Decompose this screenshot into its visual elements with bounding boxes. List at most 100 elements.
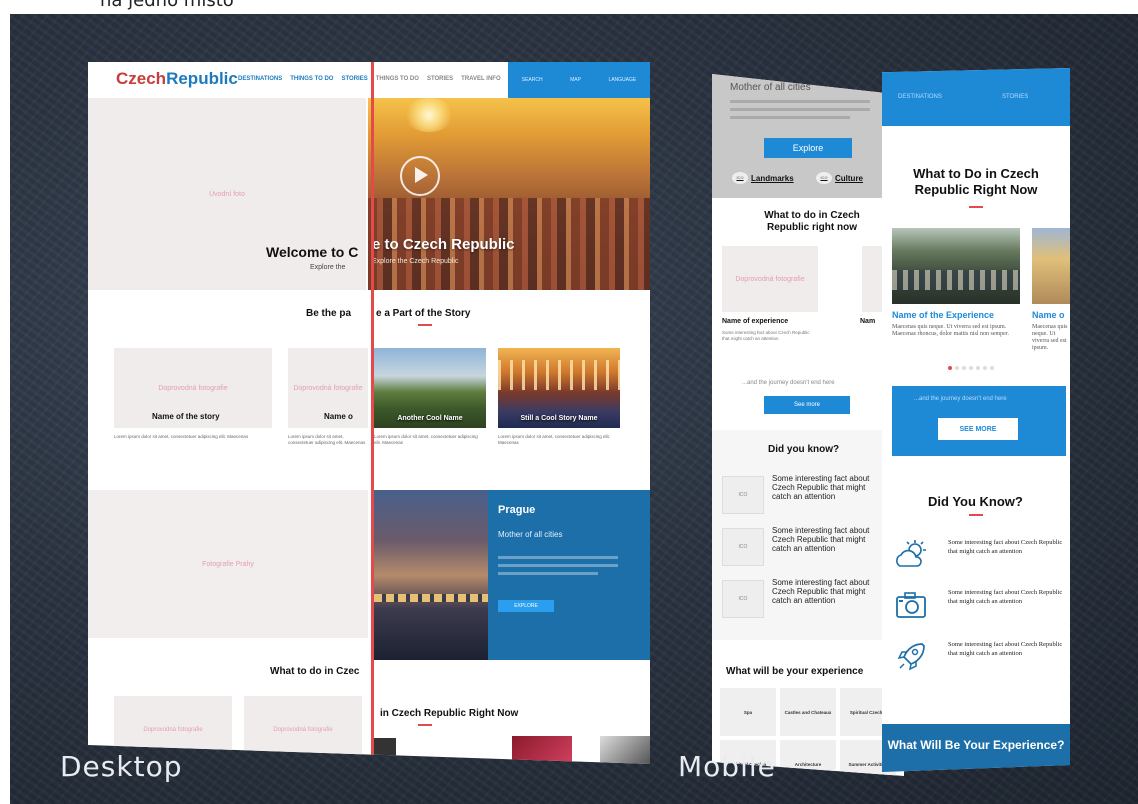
presentation-background: CzechRepublic DESTINATIONS THINGS TO DO … xyxy=(10,14,1138,804)
header-item[interactable]: DESTINATIONS xyxy=(898,94,942,100)
experience-text: Some interesting fact about Czech Republ… xyxy=(722,330,810,341)
prague-placeholder: Fotografie Prahy xyxy=(88,490,368,638)
experience-photo[interactable] xyxy=(892,228,1020,304)
hero-title-wireframe: Welcome to C xyxy=(266,244,359,260)
story-text-2: Lorem ipsum dolor sit amet, consectetuer… xyxy=(288,434,366,445)
icon-label: ICO xyxy=(738,544,748,550)
mobile-placeholder: Doprovodná fotografie xyxy=(722,246,818,312)
mobile-wireframe: Mother of all cities Explore ICO Landmark… xyxy=(712,74,904,776)
story-text: Lorem ipsum dolor sit amet, consectetuer… xyxy=(114,434,249,439)
prague-subtitle: Mother of all cities xyxy=(498,530,563,539)
story-name-2[interactable]: Name o xyxy=(324,412,353,421)
experience-name[interactable]: Name of the Experience xyxy=(892,310,994,320)
cool-name-2: Still a Cool Story Name xyxy=(520,415,598,422)
desktop-logo[interactable]: CzechRepublic xyxy=(116,69,238,89)
fact-text: Some interesting fact about Czech Republ… xyxy=(948,641,1063,657)
nav-item[interactable]: TRAVEL INFO xyxy=(461,76,500,82)
journey-text: ...and the journey doesn't end here xyxy=(742,380,835,386)
experience-footer-title: What Will Be Your Experience? xyxy=(887,738,1065,752)
hero-title-design: e to Czech Republic xyxy=(372,236,515,253)
text-line xyxy=(730,100,870,103)
play-icon[interactable] xyxy=(400,156,440,196)
placeholder-label: Doprovodná fotografie xyxy=(273,727,333,733)
cool-name-1: Another Cool Name xyxy=(397,415,463,422)
hero-placeholder-label: Úvodní foto xyxy=(209,190,245,198)
fact-text: Some interesting fact about Czech Republ… xyxy=(772,526,870,553)
desktop-label: Desktop xyxy=(60,750,183,783)
experience-name-2[interactable]: Name o xyxy=(1032,310,1065,320)
desktop-mockup: CzechRepublic DESTINATIONS THINGS TO DO … xyxy=(88,62,650,764)
prague-panel: Prague Mother of all cities EXPLORE xyxy=(488,490,650,660)
bridge xyxy=(374,594,488,602)
explore-button[interactable]: Explore xyxy=(764,138,852,158)
text-line xyxy=(498,564,618,567)
text-line xyxy=(498,572,598,575)
placeholder-label: Doprovodná fotografie xyxy=(293,384,363,392)
map-nav-button[interactable]: MAP xyxy=(570,77,581,83)
section-underline xyxy=(969,206,983,208)
icon-label: ICO xyxy=(738,492,748,498)
sun-cloud-icon xyxy=(896,540,926,567)
see-more-button[interactable]: See more xyxy=(764,396,850,414)
chip-label: Culture xyxy=(835,173,863,183)
grid-item[interactable]: Architecture xyxy=(780,740,836,776)
experience-text: Maecenas quis neque. Ut viverra sed est … xyxy=(892,324,1009,337)
mobile-label: Mobile xyxy=(678,750,776,783)
fact-text: Some interesting fact about Czech Republ… xyxy=(772,578,870,605)
journey-text: ...and the journey doesn't end here xyxy=(914,396,1007,402)
experience-name-2[interactable]: Nam xyxy=(860,318,875,325)
story-photo-colonnade[interactable]: Still a Cool Story Name xyxy=(498,348,620,428)
nav-item[interactable]: THINGS TO DO xyxy=(290,76,333,82)
chip-icon: ICO xyxy=(732,172,748,184)
explore-button[interactable]: EXPLORE xyxy=(498,600,554,612)
todo-title-left: What to do in Czec xyxy=(270,666,360,677)
nav-item[interactable]: STORIES xyxy=(341,76,367,82)
did-you-know-title: Did you know? xyxy=(768,444,840,455)
desktop-nav-actions: SEARCH MAP LANGUAGE xyxy=(508,62,650,98)
icon-label: ICO xyxy=(738,596,748,602)
experience-footer: What Will Be Your Experience? xyxy=(882,724,1070,772)
section-underline xyxy=(418,324,432,326)
text-line xyxy=(730,108,870,111)
search-nav-button[interactable]: SEARCH xyxy=(522,77,543,83)
see-more-button[interactable]: SEE MORE xyxy=(938,418,1018,440)
story-text-3: Lorem ipsum dolor sit amet, consectetuer… xyxy=(374,434,478,445)
language-nav-button[interactable]: LANGUAGE xyxy=(608,77,636,83)
prague-title: Prague xyxy=(498,504,536,516)
prague-placeholder-label: Fotografie Prahy xyxy=(202,560,254,568)
fact-text: Some interesting fact about Czech Republ… xyxy=(948,589,1063,605)
did-you-know-title: Did You Know? xyxy=(928,494,1023,509)
grid-item[interactable]: Spa xyxy=(720,688,776,736)
chip-icon: ICO xyxy=(816,172,832,184)
hero-subtitle-wireframe: Explore the xyxy=(310,264,346,271)
carousel-dots[interactable] xyxy=(948,366,994,370)
mobile-top-title: Mother of all cities xyxy=(730,82,811,93)
story-photo-castle[interactable]: Another Cool Name xyxy=(374,348,486,428)
comparison-divider xyxy=(371,62,374,764)
placeholder-label: Doprovodná fotografie xyxy=(735,275,805,283)
todo-photo-dark xyxy=(374,738,396,764)
sun-glow xyxy=(404,98,454,132)
story-name[interactable]: Name of the story xyxy=(152,412,220,421)
logo-czech: Czech xyxy=(116,69,167,88)
experience-photo-2[interactable] xyxy=(1032,228,1070,304)
chip-label: Landmarks xyxy=(751,173,794,183)
camera-icon xyxy=(896,592,926,618)
chip-culture[interactable]: ICO Culture xyxy=(816,172,863,184)
hero-subtitle-design: Explore the Czech Republic xyxy=(372,258,459,265)
placeholder-label: Doprovodná fotografie xyxy=(158,384,228,392)
nav-item[interactable]: THINGS TO DO xyxy=(376,76,419,82)
desktop-menu: DESTINATIONS THINGS TO DO STORIES THINGS… xyxy=(238,76,501,82)
text-line xyxy=(498,556,618,559)
nav-item[interactable]: DESTINATIONS xyxy=(238,76,282,82)
header-item[interactable]: STORIES xyxy=(1002,94,1028,100)
journey-block: ...and the journey doesn't end here SEE … xyxy=(892,386,1066,456)
logo-republic: Republic xyxy=(166,69,238,88)
desktop-nav: CzechRepublic DESTINATIONS THINGS TO DO … xyxy=(88,62,650,98)
experience-text-2: Maecenas quis neque. Ut viverra sed est … xyxy=(1032,324,1068,351)
experience-name[interactable]: Name of experience xyxy=(722,318,788,325)
nav-item[interactable]: STORIES xyxy=(427,76,453,82)
chip-landmarks[interactable]: ICO Landmarks xyxy=(732,172,794,184)
rocket-icon xyxy=(897,643,925,671)
grid-item[interactable]: Castles and Chateaux xyxy=(780,688,836,736)
